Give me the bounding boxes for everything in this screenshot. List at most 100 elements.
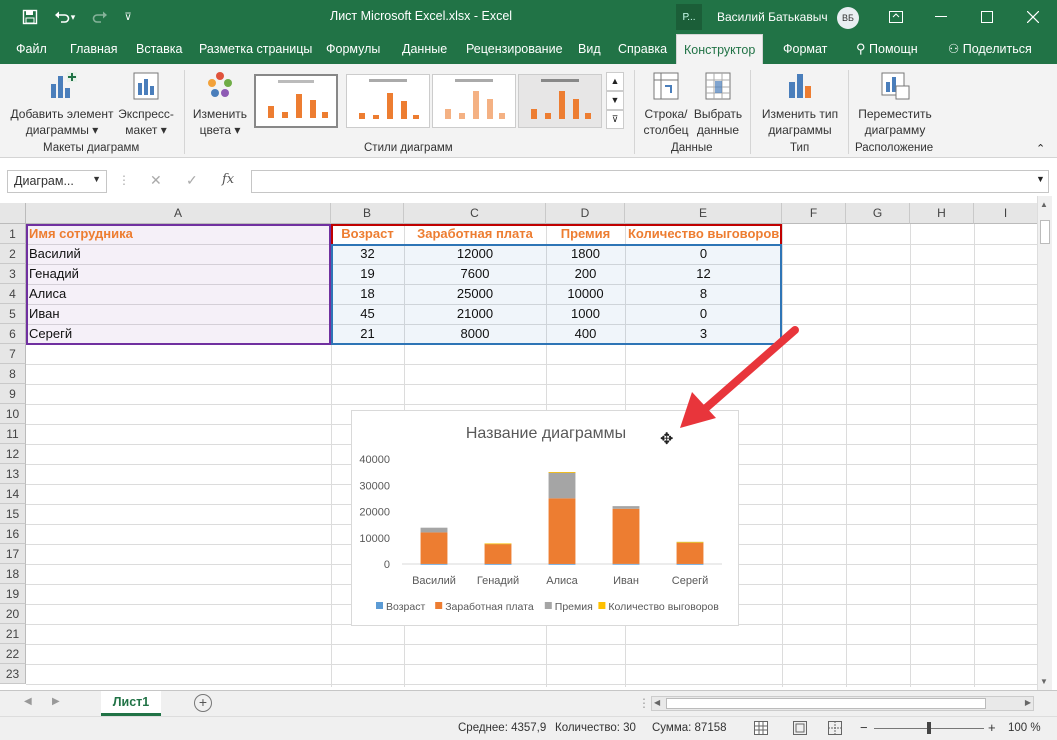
tab-tell-me[interactable]: ⚲ Помощн	[848, 34, 926, 64]
maximize-icon[interactable]	[964, 0, 1009, 34]
column-header[interactable]: B	[331, 203, 404, 224]
row-header[interactable]: 4	[0, 284, 26, 304]
column-header[interactable]: E	[625, 203, 782, 224]
horizontal-scrollbar[interactable]: ◀ ▶	[651, 696, 1034, 711]
row-header[interactable]: 16	[0, 524, 26, 544]
table-cell[interactable]: 200	[546, 264, 625, 284]
gallery-down-icon[interactable]: ▼	[606, 91, 624, 110]
name-box-dropdown-icon[interactable]: ▼	[92, 174, 101, 184]
table-cell[interactable]: 400	[546, 324, 625, 344]
styles-gallery-scroll[interactable]: ▲ ▼ ⊽	[606, 72, 624, 130]
column-header[interactable]: A	[26, 203, 331, 224]
chart-style-4[interactable]	[518, 74, 602, 128]
table-header-cell[interactable]: Возраст	[331, 224, 404, 244]
table-cell[interactable]: Алиса	[26, 284, 331, 304]
column-header[interactable]: F	[782, 203, 846, 224]
tab-page-layout[interactable]: Разметка страницы	[191, 34, 320, 64]
row-header[interactable]: 2	[0, 244, 26, 264]
table-cell[interactable]: Василий	[26, 244, 331, 264]
table-cell[interactable]: 1000	[546, 304, 625, 324]
table-header-cell[interactable]: Имя сотрудника	[26, 224, 331, 244]
ribbon-display-button[interactable]: Р...	[676, 4, 702, 30]
row-header[interactable]: 21	[0, 624, 26, 644]
row-header[interactable]: 23	[0, 664, 26, 684]
zoom-out-icon[interactable]: −	[860, 720, 868, 735]
zoom-slider-thumb[interactable]	[927, 722, 931, 734]
expand-formula-icon[interactable]: ▼	[1036, 174, 1045, 184]
row-header[interactable]: 14	[0, 484, 26, 504]
row-header[interactable]: 7	[0, 344, 26, 364]
scroll-down-icon[interactable]: ▼	[1040, 677, 1048, 686]
table-cell[interactable]: 1800	[546, 244, 625, 264]
table-cell[interactable]: 3	[625, 324, 782, 344]
table-cell[interactable]: 12000	[404, 244, 546, 264]
sheet-tab-active[interactable]: Лист1	[101, 691, 161, 716]
tab-review[interactable]: Рецензирование	[458, 34, 571, 64]
gallery-up-icon[interactable]: ▲	[606, 72, 624, 91]
chart-style-1[interactable]	[254, 74, 338, 128]
add-sheet-icon[interactable]: +	[194, 694, 212, 712]
tab-data[interactable]: Данные	[394, 34, 455, 64]
row-header[interactable]: 5	[0, 304, 26, 324]
table-cell[interactable]: 12	[625, 264, 782, 284]
scroll-left-icon[interactable]: ◀	[654, 698, 660, 707]
move-chart-button[interactable]: Переместить диаграмму	[852, 70, 938, 138]
customize-qat-icon[interactable]: ⊽	[112, 0, 144, 34]
row-header[interactable]: 6	[0, 324, 26, 344]
quick-layout-button[interactable]: Экспресс- макет ▾	[116, 70, 176, 138]
table-cell[interactable]: 19	[331, 264, 404, 284]
chart-object[interactable]: Название диаграммы 0 10000 20000 30000 40000…	[351, 410, 739, 626]
tab-file[interactable]: Файл	[8, 34, 55, 64]
table-cell[interactable]: 21000	[404, 304, 546, 324]
page-layout-view-icon[interactable]	[793, 721, 807, 738]
table-cell[interactable]: 32	[331, 244, 404, 264]
table-cell[interactable]: 0	[625, 304, 782, 324]
collapse-ribbon-icon[interactable]: ⌃	[1036, 142, 1045, 155]
column-header[interactable]: D	[546, 203, 625, 224]
table-cell[interactable]: 45	[331, 304, 404, 324]
zoom-level[interactable]: 100 %	[1008, 722, 1041, 734]
change-colors-button[interactable]: Изменить цвета ▾	[190, 70, 250, 138]
gallery-more-icon[interactable]: ⊽	[606, 110, 624, 129]
row-header[interactable]: 20	[0, 604, 26, 624]
row-header[interactable]: 19	[0, 584, 26, 604]
save-icon[interactable]	[14, 0, 46, 34]
table-cell[interactable]: Генадий	[26, 264, 331, 284]
page-break-view-icon[interactable]	[828, 721, 842, 738]
cancel-icon[interactable]: ✕	[150, 172, 162, 189]
tab-design[interactable]: Конструктор	[676, 34, 764, 64]
table-header-cell[interactable]: Премия	[546, 224, 625, 244]
ribbon-options-icon[interactable]	[873, 0, 918, 34]
row-header[interactable]: 12	[0, 444, 26, 464]
chart-style-3[interactable]	[432, 74, 516, 128]
table-cell[interactable]: 7600	[404, 264, 546, 284]
user-name[interactable]: Василий Батькавыч	[717, 10, 828, 24]
hscroll-thumb[interactable]	[666, 698, 986, 709]
change-chart-type-button[interactable]: Изменить тип диаграммы	[756, 70, 844, 138]
row-header[interactable]: 15	[0, 504, 26, 524]
switch-row-column-button[interactable]: Строка/ столбец	[640, 70, 692, 138]
tab-split-grip-icon[interactable]: ⋮	[638, 696, 650, 710]
avatar[interactable]: ВБ	[837, 7, 859, 29]
next-sheet-icon[interactable]: ▶	[52, 696, 60, 707]
table-cell[interactable]: 0	[625, 244, 782, 264]
table-cell[interactable]: Серегй	[26, 324, 331, 344]
row-header[interactable]: 18	[0, 564, 26, 584]
column-header[interactable]: G	[846, 203, 910, 224]
row-header[interactable]: 9	[0, 384, 26, 404]
tab-formulas[interactable]: Формулы	[318, 34, 388, 64]
table-cell[interactable]: 8000	[404, 324, 546, 344]
add-chart-element-button[interactable]: Добавить элемент диаграммы ▾	[8, 70, 116, 138]
tab-format[interactable]: Формат	[775, 34, 835, 64]
table-cell[interactable]: Иван	[26, 304, 331, 324]
prev-sheet-icon[interactable]: ◀	[24, 696, 32, 707]
share-button[interactable]: ⚇ Поделиться	[940, 34, 1040, 64]
column-header[interactable]: I	[974, 203, 1038, 224]
column-header[interactable]: H	[910, 203, 974, 224]
table-cell[interactable]: 8	[625, 284, 782, 304]
insert-function-icon[interactable]: fx	[222, 172, 234, 187]
tab-help[interactable]: Справка	[610, 34, 675, 64]
minimize-icon[interactable]	[918, 0, 963, 34]
formula-input[interactable]	[251, 170, 1049, 193]
scroll-up-icon[interactable]: ▲	[1040, 200, 1048, 209]
